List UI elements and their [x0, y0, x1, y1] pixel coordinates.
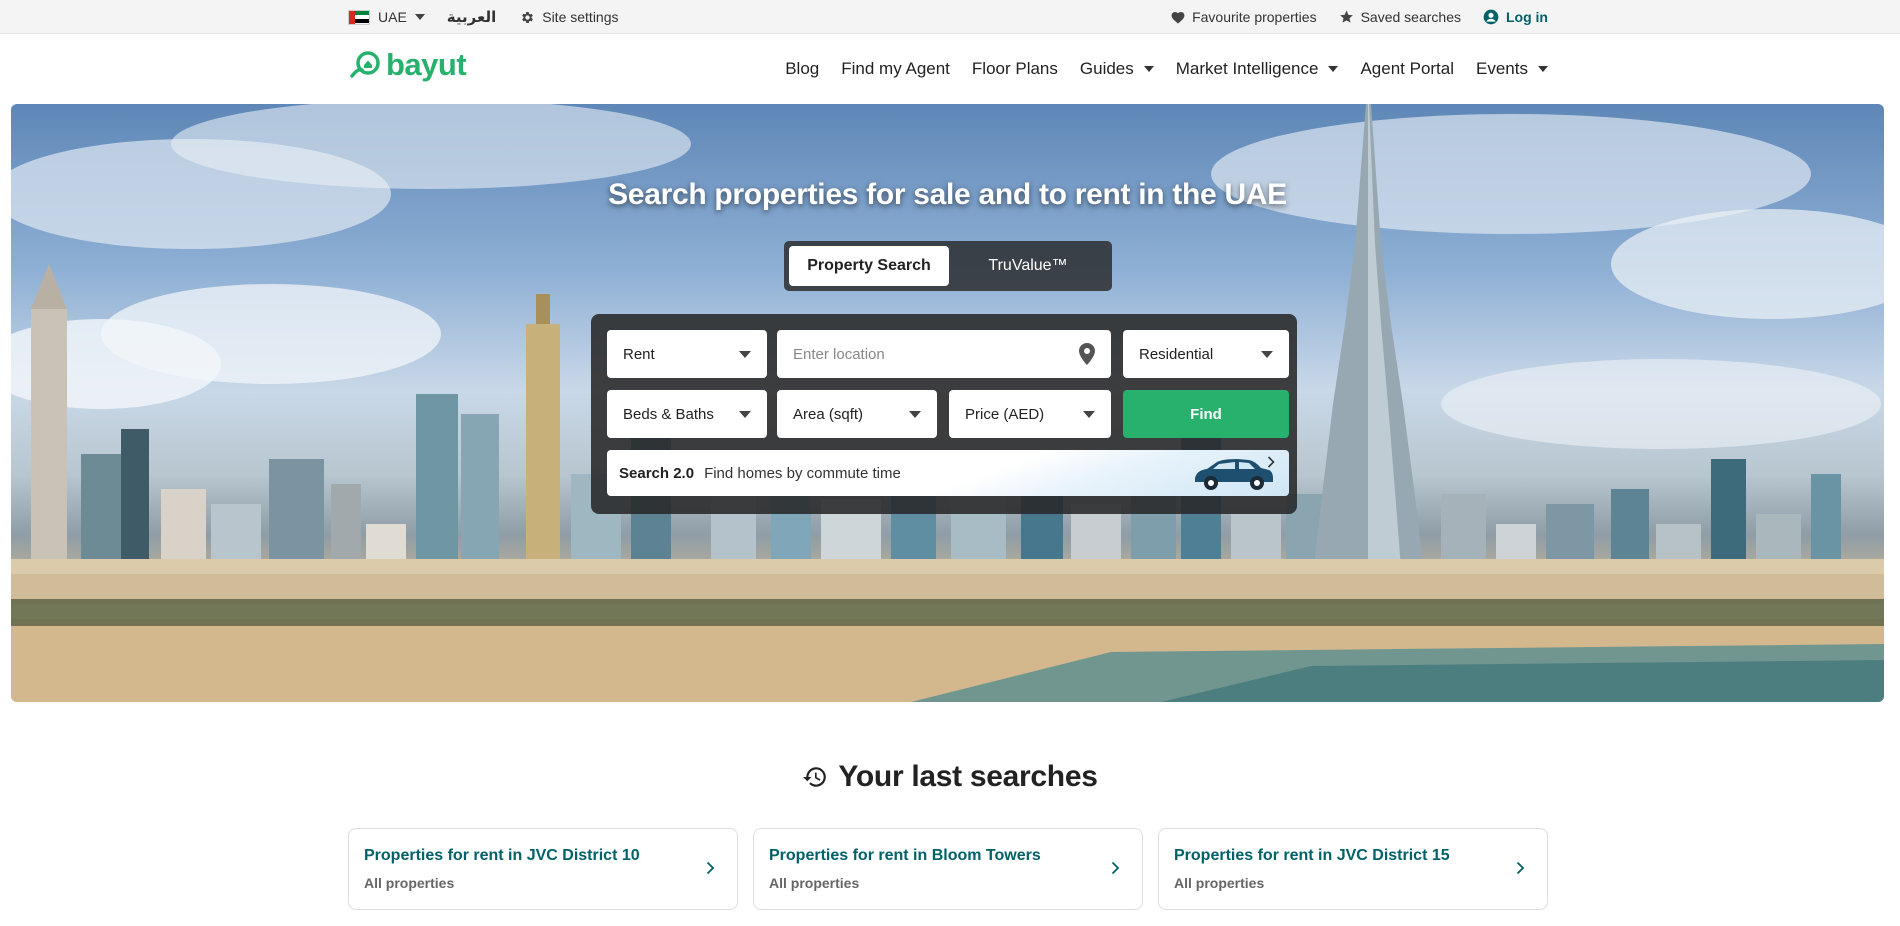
purpose-value: Rent [623, 345, 655, 363]
price-label: Price (AED) [965, 405, 1045, 423]
last-search-subtitle: All properties [1174, 875, 1265, 891]
chevron-right-icon [1516, 861, 1525, 875]
saved-searches-label: Saved searches [1360, 9, 1461, 25]
last-search-title: Properties for rent in JVC District 10 [364, 847, 640, 864]
nav-guides[interactable]: Guides [1080, 59, 1154, 79]
chevron-down-icon [909, 411, 921, 418]
nav-find-my-agent[interactable]: Find my Agent [841, 59, 950, 79]
history-icon [803, 767, 827, 787]
last-search-title: Properties for rent in Bloom Towers [769, 847, 1041, 864]
chevron-down-icon [1083, 411, 1095, 418]
nav-floor-plans[interactable]: Floor Plans [972, 59, 1058, 79]
chevron-right-icon [706, 861, 715, 875]
nav-market-intelligence[interactable]: Market Intelligence [1176, 59, 1339, 79]
search-panel: Rent Enter location Residential Beds & B… [591, 314, 1297, 514]
nav-events[interactable]: Events [1476, 59, 1548, 79]
chevron-down-icon [1538, 66, 1548, 72]
search-2-badge: Search 2.0 [619, 464, 695, 482]
last-search-subtitle: All properties [769, 875, 860, 891]
chevron-down-icon [1328, 66, 1339, 72]
location-placeholder: Enter location [793, 345, 885, 363]
language-arabic-link[interactable]: العربية [447, 8, 496, 26]
nav-blog[interactable]: Blog [785, 59, 819, 79]
heart-icon [1171, 11, 1185, 24]
tab-truvalue[interactable]: TruValue™ [949, 246, 1107, 286]
nav-market-intelligence-label: Market Intelligence [1175, 59, 1319, 78]
favourite-properties-link[interactable]: Favourite properties [1171, 9, 1317, 25]
chevron-down-icon [1261, 351, 1273, 358]
login-button[interactable]: Log in [1483, 9, 1548, 25]
main-nav: Blog Find my Agent Floor Plans Guides Ma… [763, 34, 1548, 104]
nav-agent-portal[interactable]: Agent Portal [1360, 59, 1454, 79]
last-search-title: Properties for rent in JVC District 15 [1174, 847, 1450, 864]
commute-search-banner[interactable]: Search 2.0 Find homes by commute time [607, 450, 1289, 496]
last-search-card[interactable]: Properties for rent in JVC District 10 A… [348, 828, 738, 910]
find-button[interactable]: Find [1123, 390, 1289, 438]
beds-baths-select[interactable]: Beds & Baths [607, 390, 767, 438]
purpose-select[interactable]: Rent [607, 330, 767, 378]
area-label: Area (sqft) [793, 405, 864, 423]
country-label: UAE [378, 9, 407, 25]
last-searches-title: Your last searches [838, 760, 1098, 793]
site-settings-button[interactable]: Site settings [520, 9, 619, 25]
star-icon [1339, 10, 1353, 23]
search-tabs: Property Search TruValue™ [784, 241, 1112, 291]
beds-baths-label: Beds & Baths [623, 405, 714, 423]
login-label: Log in [1506, 9, 1548, 25]
chevron-down-icon [739, 411, 751, 418]
main-header: bayut Blog Find my Agent Floor Plans Gui… [0, 34, 1900, 104]
location-input[interactable]: Enter location [777, 330, 1111, 378]
category-value: Residential [1139, 345, 1214, 363]
bayut-logo-icon [350, 51, 380, 78]
chevron-down-icon [739, 351, 751, 358]
bayut-logo[interactable]: bayut [350, 47, 467, 83]
last-search-card[interactable]: Properties for rent in Bloom Towers All … [753, 828, 1143, 910]
hero-title: Search properties for sale and to rent i… [608, 178, 1287, 211]
chevron-right-icon [1111, 861, 1120, 875]
nav-events-label: Events [1476, 59, 1528, 78]
last-searches-heading: Your last searches [0, 760, 1900, 794]
user-icon [1483, 9, 1499, 25]
map-pin-icon [1079, 343, 1095, 365]
country-selector[interactable]: UAE [348, 9, 425, 25]
commute-text: Find homes by commute time [704, 464, 901, 482]
chevron-down-icon [414, 14, 425, 20]
tab-property-search[interactable]: Property Search [789, 246, 949, 286]
uae-flag-icon [348, 9, 370, 25]
hero-banner: Search properties for sale and to rent i… [11, 104, 1884, 702]
last-search-card[interactable]: Properties for rent in JVC District 15 A… [1158, 828, 1548, 910]
last-search-subtitle: All properties [364, 875, 455, 891]
category-select[interactable]: Residential [1123, 330, 1289, 378]
gear-icon [522, 11, 534, 23]
site-settings-label: Site settings [542, 9, 619, 25]
utility-bar: UAE العربية Site settings Favourite prop… [0, 0, 1900, 34]
logo-text: bayut [386, 47, 467, 82]
car-icon [1195, 459, 1273, 490]
favourite-properties-label: Favourite properties [1192, 9, 1317, 25]
nav-guides-label: Guides [1079, 59, 1134, 78]
area-select[interactable]: Area (sqft) [777, 390, 937, 438]
chevron-down-icon [1143, 66, 1154, 72]
saved-searches-link[interactable]: Saved searches [1339, 9, 1461, 25]
price-select[interactable]: Price (AED) [949, 390, 1111, 438]
